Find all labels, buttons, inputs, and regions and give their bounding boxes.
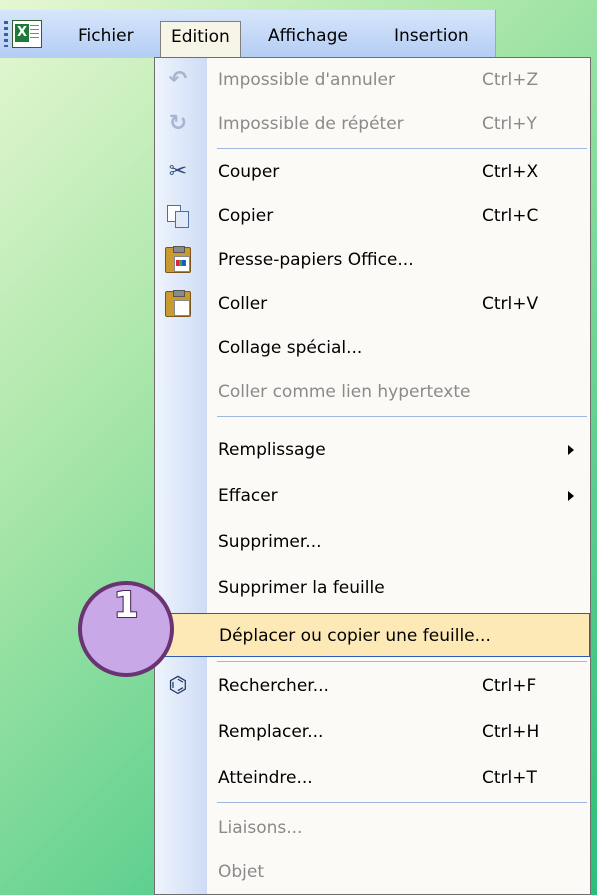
menu-item-clear[interactable]: Effacer xyxy=(155,474,590,518)
menu-item-paste-special[interactable]: Collage spécial... xyxy=(155,326,590,370)
menu-item-label: Effacer xyxy=(218,486,278,506)
office-clipboard-icon xyxy=(165,246,191,273)
menu-item-office-clipboard[interactable]: Presse-papiers Office... xyxy=(155,238,590,282)
menu-item-label: Atteindre... xyxy=(218,768,313,788)
menu-edition[interactable]: Edition xyxy=(160,21,241,58)
menu-item-undo[interactable]: ↶ Impossible d'annuler Ctrl+Z xyxy=(155,58,590,102)
menu-item-replace[interactable]: Remplacer... Ctrl+H xyxy=(155,710,590,754)
menu-item-paste-hyperlink[interactable]: Coller comme lien hypertexte xyxy=(155,370,590,414)
menu-item-label: Presse-papiers Office... xyxy=(218,250,414,270)
menu-item-cut[interactable]: ✂ Couper Ctrl+X xyxy=(155,150,590,194)
paste-icon xyxy=(165,290,191,317)
menu-item-shortcut: Ctrl+Z xyxy=(482,70,539,90)
menu-item-shortcut: Ctrl+Y xyxy=(482,114,537,134)
binoculars-icon: ⌬ xyxy=(168,673,188,698)
menu-item-delete-sheet[interactable]: Supprimer la feuille xyxy=(155,566,590,610)
redo-icon: ↻ xyxy=(168,111,188,136)
menu-item-goto[interactable]: Atteindre... Ctrl+T xyxy=(155,756,590,800)
menu-item-object[interactable]: Objet xyxy=(155,850,590,894)
step-callout-badge: 1 xyxy=(78,581,174,677)
undo-icon: ↶ xyxy=(168,67,188,92)
menu-item-paste[interactable]: Coller Ctrl+V xyxy=(155,282,590,326)
menu-item-shortcut: Ctrl+V xyxy=(482,294,539,314)
menu-separator xyxy=(217,661,587,662)
menu-item-label: Liaisons... xyxy=(218,818,303,838)
menu-item-label: Remplissage xyxy=(218,440,326,460)
excel-app-icon[interactable]: X xyxy=(12,20,42,48)
cut-icon: ✂ xyxy=(168,159,188,184)
menu-item-label: Coller xyxy=(218,294,268,314)
menu-item-label: Rechercher... xyxy=(218,676,329,696)
submenu-arrow-icon xyxy=(568,445,574,455)
menu-item-label: Impossible de répéter xyxy=(218,114,404,134)
menu-insertion[interactable]: Insertion xyxy=(384,21,479,51)
menu-item-fill[interactable]: Remplissage xyxy=(155,428,590,472)
menu-item-shortcut: Ctrl+T xyxy=(482,768,537,788)
sheet-grid-icon xyxy=(30,25,39,41)
menu-item-redo[interactable]: ↻ Impossible de répéter Ctrl+Y xyxy=(155,102,590,146)
menu-affichage[interactable]: Affichage xyxy=(258,21,358,51)
menu-item-label: Supprimer la feuille xyxy=(218,578,385,598)
menu-separator xyxy=(217,802,587,803)
toolbar-grip[interactable] xyxy=(4,21,8,47)
menu-item-label: Couper xyxy=(218,162,280,182)
menu-item-shortcut: Ctrl+H xyxy=(482,722,540,742)
menu-fichier[interactable]: Fichier xyxy=(68,21,144,51)
menu-item-links[interactable]: Liaisons... xyxy=(155,806,590,850)
menu-item-label: Impossible d'annuler xyxy=(218,70,395,90)
menu-separator xyxy=(217,416,587,417)
copy-icon xyxy=(165,203,191,229)
menu-item-find[interactable]: ⌬ Rechercher... Ctrl+F xyxy=(155,664,590,708)
menu-item-label: Remplacer... xyxy=(218,722,324,742)
menu-item-shortcut: Ctrl+C xyxy=(482,206,539,226)
menu-item-label: Copier xyxy=(218,206,274,226)
menu-item-move-copy-sheet[interactable]: Déplacer ou copier une feuille... xyxy=(155,613,590,657)
menu-item-copy[interactable]: Copier Ctrl+C xyxy=(155,194,590,238)
menu-item-label: Supprimer... xyxy=(218,532,322,552)
menu-bar: X Fichier Edition Affichage Insertion xyxy=(0,10,496,58)
menu-item-label: Coller comme lien hypertexte xyxy=(218,382,471,402)
menu-item-shortcut: Ctrl+X xyxy=(482,162,539,182)
edition-dropdown-menu: ↶ Impossible d'annuler Ctrl+Z ↻ Impossib… xyxy=(154,57,591,895)
menu-item-label: Objet xyxy=(218,862,265,882)
excel-x-glyph: X xyxy=(15,24,29,42)
menu-item-label: Collage spécial... xyxy=(218,338,363,358)
menu-item-delete[interactable]: Supprimer... xyxy=(155,520,590,564)
menu-item-label: Déplacer ou copier une feuille... xyxy=(219,626,491,646)
menu-separator xyxy=(217,148,587,149)
submenu-arrow-icon xyxy=(568,491,574,501)
menu-item-shortcut: Ctrl+F xyxy=(482,676,537,696)
